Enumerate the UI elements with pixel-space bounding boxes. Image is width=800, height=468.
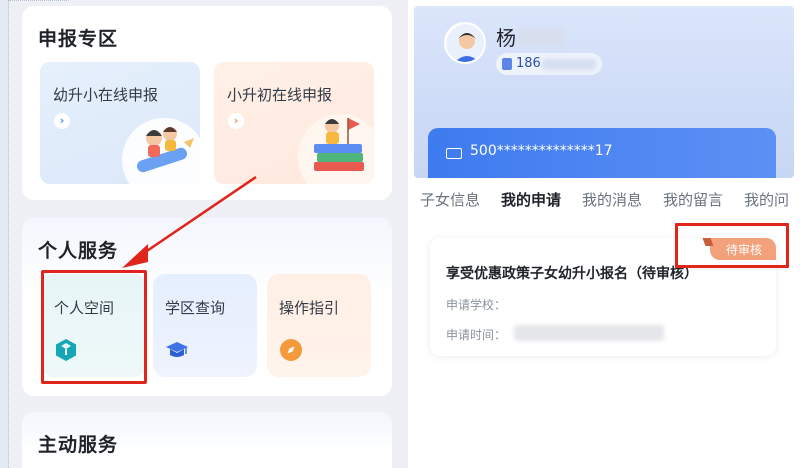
application-school-label: 申请学校： [446, 298, 507, 312]
tab-my-comments[interactable]: 我的留言 [663, 189, 723, 210]
avatar [444, 22, 486, 64]
phone-icon [502, 58, 512, 70]
application-time-label: 申请时间： [446, 328, 507, 342]
redacted-name [518, 28, 564, 46]
profile-banner: 杨 186 500**************17 [414, 6, 794, 178]
id-card-strip: 500**************17 [428, 128, 776, 178]
tab-my-questions[interactable]: 我的问 [744, 189, 789, 210]
highlight-box-status [675, 223, 789, 268]
tab-bar: 子女信息 我的申请 我的消息 我的留言 我的问 [414, 186, 800, 214]
left-panel: 申报专区 幼升小在线申报 › 小升初在线申报 › 个人服务 个人空间 学区查询 … [0, 0, 408, 468]
user-name: 杨 [496, 26, 516, 50]
phone-number: 186 [516, 56, 541, 71]
id-card-icon [446, 148, 462, 159]
id-number: 500**************17 [470, 143, 613, 159]
tab-children-info[interactable]: 子女信息 [420, 189, 480, 210]
tab-my-messages[interactable]: 我的消息 [582, 189, 642, 210]
redacted-phone [542, 59, 596, 70]
tab-my-applications[interactable]: 我的申请 [501, 189, 561, 210]
red-pointer-arrow [122, 175, 257, 268]
application-title: 享受优惠政策子女幼升小报名（待审核） [446, 266, 698, 282]
phone-pill: 186 [496, 53, 602, 75]
avatar-person-icon [446, 24, 484, 62]
redacted-time [514, 325, 664, 341]
